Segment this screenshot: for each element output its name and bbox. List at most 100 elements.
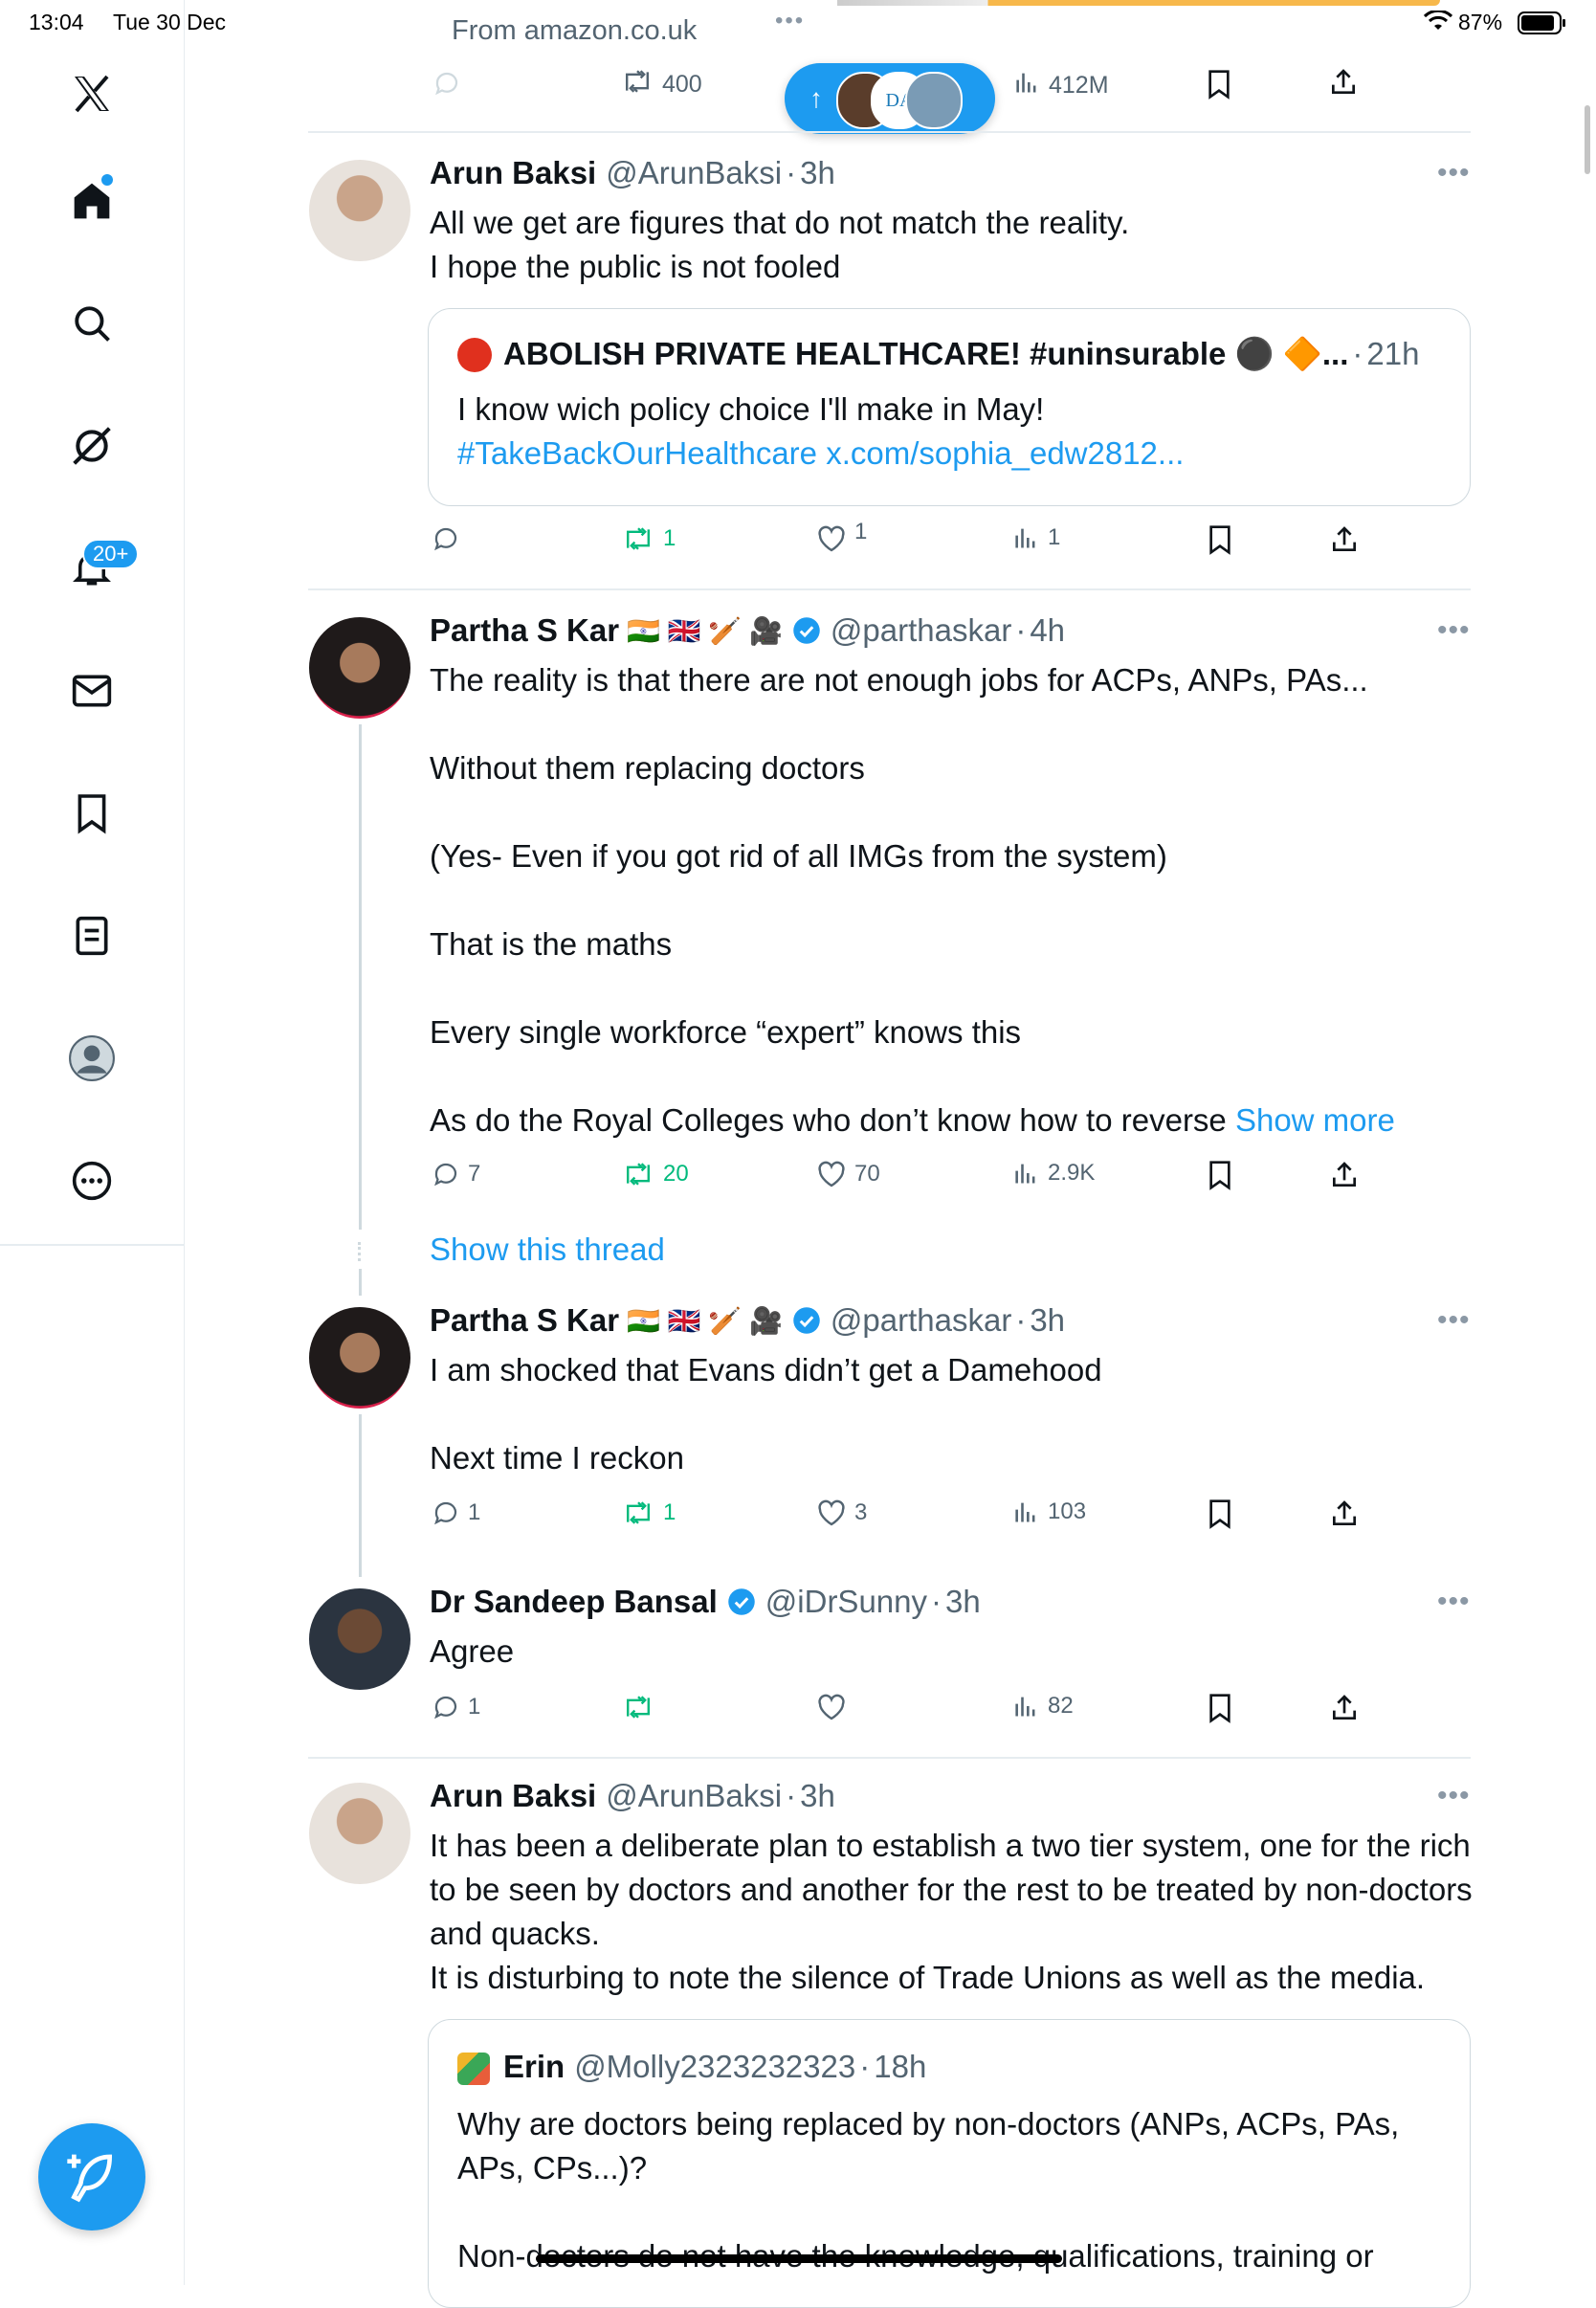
profile-emoji: 🇮🇳 🇬🇧 🏏 🎥 (627, 615, 783, 646)
tweet-text: I am shocked that Evans didn’t get a Dam… (430, 1352, 1102, 1476)
reply-icon[interactable] (432, 69, 461, 102)
home-indicator[interactable] (536, 2254, 1062, 2263)
reply-icon (434, 527, 457, 551)
avatar (457, 338, 492, 372)
sidebar-divider (0, 1244, 184, 1246)
x-logo-icon[interactable] (63, 65, 121, 122)
author-name[interactable]: Arun Baksi (430, 1778, 596, 1814)
timestamp[interactable]: 4h (1030, 612, 1065, 649)
more-options-icon[interactable]: ••• (1437, 1304, 1471, 1337)
views-button[interactable]: 1 (1011, 524, 1060, 551)
battery-percent: 87% (1458, 10, 1503, 34)
timestamp[interactable]: 3h (800, 1778, 835, 1814)
compose-button[interactable] (38, 2123, 145, 2230)
more-options-icon[interactable]: ••• (1437, 1780, 1471, 1812)
retweet-button[interactable] (621, 1693, 663, 1721)
bookmarks-icon[interactable] (63, 785, 121, 842)
author-handle[interactable]: @parthaskar (831, 612, 1011, 649)
share-button[interactable] (1329, 1498, 1367, 1529)
avatar[interactable] (309, 160, 410, 261)
avatar[interactable] (309, 1588, 410, 1690)
views-button[interactable]: 2.9K (1011, 1160, 1095, 1187)
reply-button[interactable] (432, 524, 468, 553)
lists-icon[interactable] (63, 907, 121, 965)
quoted-tweet[interactable]: ABOLISH PRIVATE HEALTHCARE! #uninsurable… (428, 308, 1471, 506)
timestamp[interactable]: 3h (1030, 1302, 1065, 1339)
quoted-tweet[interactable]: Erin @Molly2323232323 · 18h Why are doct… (428, 2019, 1471, 2308)
share-icon (1333, 1695, 1356, 1720)
retweet-count: 1 (663, 1499, 676, 1525)
notifications-badge: 20+ (82, 539, 140, 569)
views-button[interactable]: 82 (1011, 1693, 1074, 1720)
show-more-link[interactable]: Show more (1235, 1102, 1395, 1138)
show-thread-link[interactable]: Show this thread (430, 1232, 665, 1268)
author-name[interactable]: Dr Sandeep Bansal (430, 1584, 718, 1620)
share-button[interactable] (1329, 1160, 1367, 1190)
heart-icon (818, 525, 845, 552)
like-button[interactable]: 3 (816, 1498, 867, 1527)
profile-icon[interactable] (63, 1030, 121, 1087)
search-icon[interactable] (63, 295, 121, 352)
views-icon (1015, 1697, 1035, 1717)
like-button[interactable]: 1 (816, 519, 867, 553)
share-button[interactable] (1329, 524, 1367, 555)
more-icon[interactable] (63, 1152, 121, 1209)
source-link[interactable]: From amazon.co.uk (452, 15, 697, 47)
bookmark-icon (1209, 525, 1230, 555)
reply-count: 1 (468, 1694, 481, 1720)
avatar[interactable] (309, 1783, 410, 1884)
views-button-top[interactable]: 412M (1012, 69, 1109, 102)
new-posts-pill[interactable]: ↑ DA (785, 63, 995, 134)
views-icon (1015, 1502, 1035, 1522)
retweet-icon (627, 1501, 650, 1524)
more-options-icon[interactable]: ••• (1437, 614, 1471, 647)
more-options-icon[interactable]: ••• (1437, 1586, 1471, 1618)
like-button[interactable] (816, 1693, 854, 1721)
quote-author-handle: @Molly2323232323 (574, 2049, 856, 2084)
author-name[interactable]: Arun Baksi (430, 155, 596, 191)
messages-icon[interactable] (63, 662, 121, 720)
retweet-button[interactable]: 1 (621, 1498, 676, 1527)
avatar[interactable] (309, 617, 410, 719)
author-handle[interactable]: @iDrSunny (765, 1584, 927, 1620)
bookmark-button[interactable] (1207, 1693, 1241, 1723)
quote-timestamp: 21h (1366, 336, 1420, 371)
thread-line (359, 1269, 362, 1296)
reply-button[interactable]: 7 (432, 1160, 480, 1188)
bookmark-button[interactable] (1207, 1498, 1241, 1529)
timestamp[interactable]: 3h (945, 1584, 981, 1620)
media-card-bottom[interactable] (435, 0, 1440, 6)
avatar[interactable] (309, 1307, 410, 1409)
share-icon[interactable] (1328, 67, 1359, 102)
reply-button[interactable]: 1 (432, 1498, 480, 1527)
author-name[interactable]: Partha S Kar (430, 612, 619, 649)
author-handle[interactable]: @ArunBaksi (606, 155, 782, 191)
battery-icon (1518, 11, 1567, 39)
thread-dots (358, 1242, 365, 1261)
more-options-icon[interactable]: ••• (1437, 157, 1471, 189)
arrow-up-icon: ↑ (809, 83, 823, 113)
bookmark-button[interactable] (1207, 524, 1241, 555)
grok-icon[interactable] (63, 417, 121, 475)
author-name[interactable]: Partha S Kar (430, 1302, 619, 1339)
reply-button[interactable]: 1 (432, 1693, 480, 1721)
author-handle[interactable]: @ArunBaksi (606, 1778, 782, 1814)
bookmark-button[interactable] (1207, 1160, 1241, 1190)
retweet-button[interactable]: 1 (621, 524, 676, 553)
author-handle[interactable]: @parthaskar (831, 1302, 1011, 1339)
views-button[interactable]: 103 (1011, 1498, 1086, 1525)
home-icon[interactable] (63, 172, 121, 230)
bookmark-icon[interactable] (1206, 69, 1232, 104)
share-button[interactable] (1329, 1693, 1367, 1723)
quote-link[interactable]: #TakeBackOurHealthcare x.com/sophia_edw2… (457, 432, 1184, 476)
multitask-dots[interactable]: ••• (775, 8, 805, 34)
scrollbar[interactable] (1585, 105, 1590, 174)
bookmark-icon (1209, 1499, 1230, 1529)
profile-emoji: 🇮🇳 🇬🇧 🏏 🎥 (627, 1305, 783, 1336)
like-button[interactable]: 70 (816, 1160, 880, 1188)
retweet-button[interactable]: 20 (621, 1160, 689, 1188)
retweet-button-top[interactable]: 400 (620, 67, 702, 102)
retweet-count: 400 (662, 71, 702, 98)
timestamp[interactable]: 3h (800, 155, 835, 191)
tweet-body: The reality is that there are not enough… (430, 662, 1368, 1138)
